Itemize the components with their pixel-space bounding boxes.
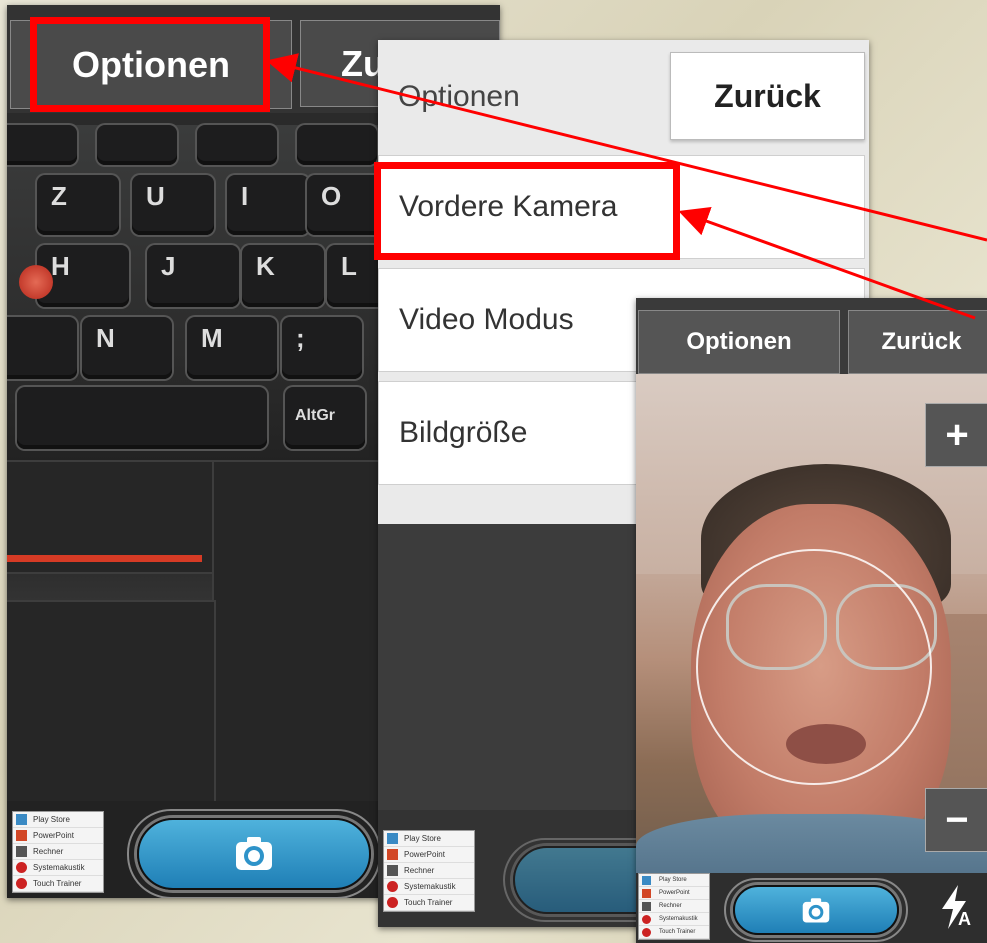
annotation-arrows: [266, 53, 987, 320]
arrow-to-front-camera: [678, 207, 976, 320]
arrow-to-options: [266, 53, 987, 242]
